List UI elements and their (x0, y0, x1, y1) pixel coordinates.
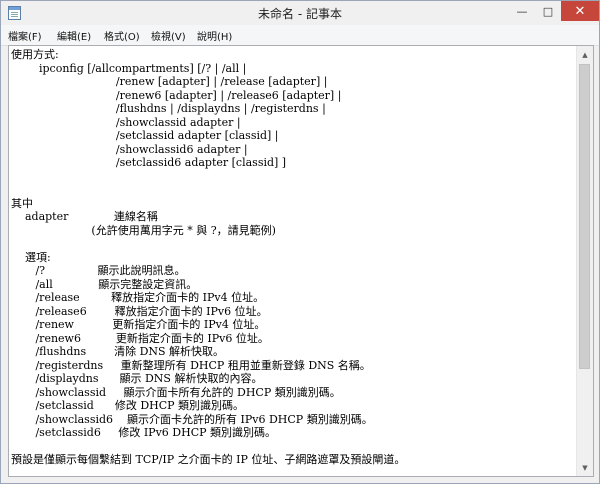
text-line[interactable]: /registerdns 重新整理所有 DHCP 租用並重新登錄 DNS 名稱。 (11, 359, 579, 373)
scroll-thumb[interactable] (579, 64, 590, 369)
text-line[interactable]: /setclassid 修改 DHCP 類別識別碼。 (11, 399, 579, 413)
scroll-down-arrow-icon[interactable]: ▼ (577, 459, 593, 476)
text-line[interactable]: /renew6 更新指定介面卡的 IPv6 位址。 (11, 332, 579, 346)
text-line[interactable]: /showclassid6 adapter | (11, 143, 579, 157)
text-line[interactable]: /release6 釋放指定介面卡的 IPv6 位址。 (11, 305, 579, 319)
menu-view[interactable]: 檢視(V) (151, 28, 186, 43)
scroll-up-arrow-icon[interactable]: ▲ (577, 46, 593, 63)
menu-help[interactable]: 說明(H) (197, 28, 232, 43)
notepad-window: 未命名 - 記事本 — □ ✕ 檔案(F) 編輯(E) 格式(O) 檢視(V) … (0, 0, 600, 484)
text-line[interactable]: /renew6 [adapter] | /release6 [adapter] … (11, 89, 579, 103)
menu-bar: 檔案(F) 編輯(E) 格式(O) 檢視(V) 說明(H) (1, 25, 599, 46)
text-line[interactable] (11, 440, 579, 454)
text-content[interactable]: 使用方式: ipconfig [/allcompartments] [/? | … (11, 48, 579, 476)
maximize-button[interactable]: □ (535, 1, 561, 21)
close-button[interactable]: ✕ (561, 1, 599, 21)
text-line[interactable]: /all 顯示完整設定資訊。 (11, 278, 579, 292)
title-bar[interactable]: 未命名 - 記事本 — □ ✕ (1, 1, 599, 25)
text-line[interactable]: /setclassid6 adapter [classid] ] (11, 156, 579, 170)
menu-format[interactable]: 格式(O) (104, 28, 140, 43)
text-editor[interactable]: 使用方式: ipconfig [/allcompartments] [/? | … (8, 45, 594, 477)
minimize-button[interactable]: — (509, 1, 535, 21)
menu-edit[interactable]: 編輯(E) (57, 28, 91, 43)
text-line[interactable]: 使用方式: (11, 48, 579, 62)
text-line[interactable]: /showclassid6 顯示介面卡允許的所有 IPv6 DHCP 類別識別碼… (11, 413, 579, 427)
text-line[interactable]: /release 釋放指定介面卡的 IPv4 位址。 (11, 291, 579, 305)
text-line[interactable]: /renew [adapter] | /release [adapter] | (11, 75, 579, 89)
text-line[interactable]: (允許使用萬用字元 * 與 ?，請見範例) (11, 224, 579, 238)
text-line[interactable]: /setclassid adapter [classid] | (11, 129, 579, 143)
text-line[interactable] (11, 183, 579, 197)
text-line[interactable]: /flushdns | /displaydns | /registerdns | (11, 102, 579, 116)
text-line[interactable]: /displaydns 顯示 DNS 解析快取的內容。 (11, 372, 579, 386)
text-line[interactable]: 預設是僅顯示每個繫結到 TCP/IP 之介面卡的 IP 位址、子網路遮罩及預設閘… (11, 453, 579, 467)
text-line[interactable]: 選項: (11, 251, 579, 265)
vertical-scrollbar[interactable]: ▲ ▼ (576, 46, 593, 476)
text-line[interactable]: /flushdns 清除 DNS 解析快取。 (11, 345, 579, 359)
text-line[interactable] (11, 170, 579, 184)
menu-file[interactable]: 檔案(F) (8, 28, 42, 43)
text-line[interactable]: /renew 更新指定介面卡的 IPv4 位址。 (11, 318, 579, 332)
text-line[interactable]: /setclassid6 修改 IPv6 DHCP 類別識別碼。 (11, 426, 579, 440)
text-line[interactable]: adapter 連線名稱 (11, 210, 579, 224)
text-line[interactable]: /showclassid adapter | (11, 116, 579, 130)
text-line[interactable]: 其中 (11, 197, 579, 211)
text-line[interactable]: ipconfig [/allcompartments] [/? | /all | (11, 62, 579, 76)
text-line[interactable]: /? 顯示此說明訊息。 (11, 264, 579, 278)
text-line[interactable] (11, 237, 579, 251)
text-line[interactable]: /showclassid 顯示介面卡所有允許的 DHCP 類別識別碼。 (11, 386, 579, 400)
